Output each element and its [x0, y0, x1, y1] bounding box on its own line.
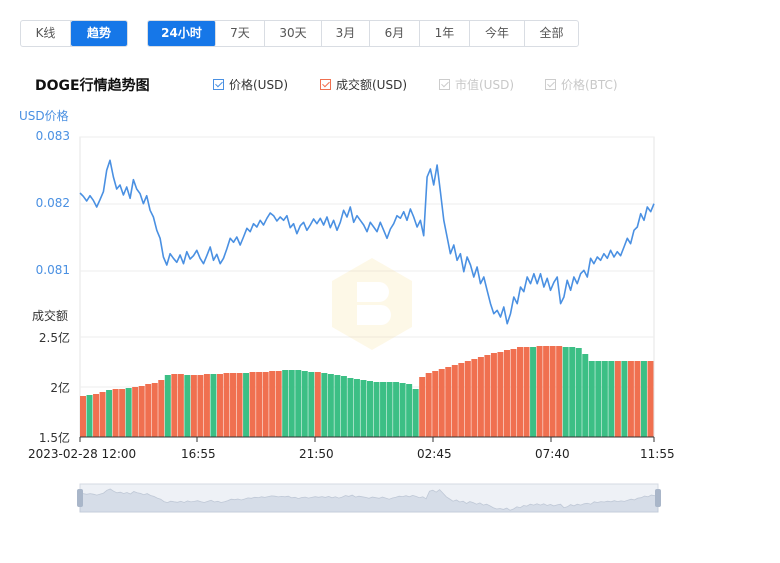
volume-bar: [458, 363, 465, 437]
volume-bar: [327, 374, 334, 437]
volume-bar: [340, 376, 347, 437]
volume-bar: [269, 371, 276, 437]
volume-bar: [536, 346, 543, 437]
volume-bar: [562, 347, 569, 437]
volume-bar: [171, 374, 178, 437]
volume-bar: [627, 361, 634, 437]
volume-bar: [530, 347, 537, 437]
doge-trend-chart: [77, 136, 661, 513]
volume-bar: [243, 373, 250, 437]
volume-bar: [190, 375, 197, 437]
axes: [79, 436, 655, 442]
volume-bar: [556, 346, 563, 437]
volume-bar: [151, 383, 158, 437]
volume-bar: [497, 352, 504, 437]
volume-bar: [184, 375, 191, 437]
volume-bar: [210, 374, 217, 437]
volume-bar: [112, 389, 119, 437]
slider-left-handle: [77, 489, 83, 507]
volume-bar: [503, 350, 510, 437]
volume-bar: [334, 375, 341, 437]
volume-bar: [249, 372, 256, 437]
volume-bar: [406, 384, 413, 437]
volume-bar: [425, 373, 432, 437]
volume-bars: [80, 346, 654, 437]
volume-bar: [614, 361, 621, 437]
volume-bar: [464, 361, 471, 437]
volume-bar: [86, 395, 93, 437]
volume-bar: [419, 377, 426, 437]
volume-bar: [353, 379, 360, 437]
volume-bar: [412, 389, 419, 437]
volume-bar: [138, 386, 145, 437]
volume-bar: [484, 355, 491, 437]
volume-bar: [510, 349, 517, 437]
volume-bar: [517, 347, 524, 437]
volume-bar: [80, 396, 86, 437]
volume-bar: [595, 361, 602, 437]
volume-bar: [523, 347, 530, 437]
volume-bar: [380, 382, 387, 437]
volume-bar: [647, 361, 654, 437]
volume-bar: [308, 372, 315, 437]
volume-bar: [549, 346, 556, 437]
volume-bar: [203, 374, 210, 437]
volume-bar: [125, 388, 132, 437]
volume-bar: [543, 346, 550, 437]
volume-bar: [295, 370, 302, 437]
volume-bar: [575, 348, 582, 437]
volume-bar: [216, 374, 223, 437]
volume-bar: [314, 372, 321, 437]
volume-bar: [367, 381, 373, 437]
volume-bar: [393, 382, 400, 437]
volume-bar: [275, 371, 282, 437]
zoom-slider[interactable]: [77, 483, 661, 513]
volume-bar: [132, 387, 139, 437]
volume-bar: [477, 357, 484, 437]
volume-bar: [145, 384, 152, 437]
watermark-logo: [332, 258, 412, 350]
volume-bar: [347, 378, 354, 437]
volume-bar: [569, 347, 576, 437]
volume-bar: [177, 374, 184, 437]
volume-bar: [490, 353, 497, 437]
volume-bar: [438, 369, 445, 437]
volume-bar: [93, 394, 100, 437]
volume-bar: [301, 371, 308, 437]
volume-bar: [119, 389, 126, 437]
volume-bar: [588, 361, 595, 437]
volume-bar: [386, 382, 393, 437]
volume-bar: [445, 367, 452, 437]
volume-bar: [282, 370, 289, 437]
volume-bar: [106, 390, 113, 437]
volume-bar: [288, 370, 295, 437]
volume-bar: [360, 380, 367, 437]
volume-bar: [99, 392, 106, 437]
volume-bar: [582, 354, 589, 437]
volume-bar: [640, 361, 647, 437]
volume-bar: [230, 373, 237, 437]
volume-bar: [471, 359, 478, 437]
volume-bar: [262, 372, 269, 437]
volume-bar: [634, 361, 641, 437]
volume-bar: [601, 361, 608, 437]
volume-bar: [164, 375, 171, 437]
volume-bar: [451, 365, 458, 437]
volume-bar: [223, 373, 230, 437]
volume-bar: [236, 373, 243, 437]
volume-bar: [432, 371, 439, 437]
volume-bar: [321, 373, 328, 437]
volume-bar: [608, 361, 615, 437]
volume-bar: [373, 382, 380, 437]
slider-right-handle: [655, 489, 661, 507]
volume-bar: [197, 375, 204, 437]
volume-bar: [158, 380, 165, 437]
volume-bar: [256, 372, 263, 437]
volume-bar: [621, 361, 628, 437]
volume-bar: [399, 383, 406, 437]
